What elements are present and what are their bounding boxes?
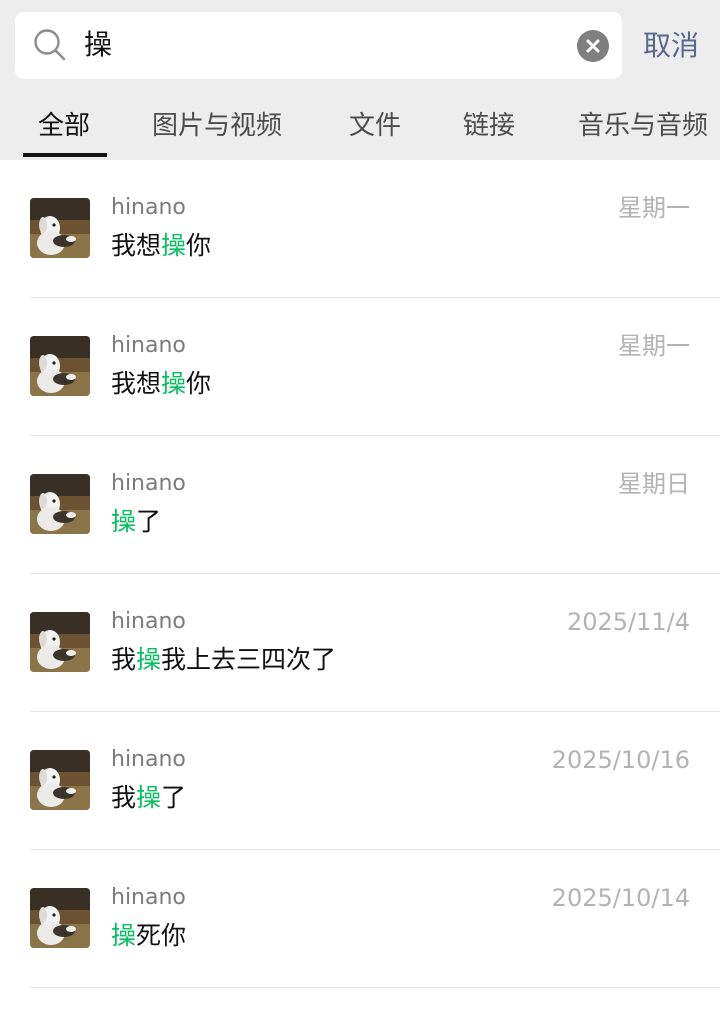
list-item[interactable]: hinano 星期日 操了 (0, 436, 720, 574)
avatar-puppy (30, 750, 90, 810)
avatar-puppy (30, 612, 90, 672)
tab-music-audio[interactable]: 音乐与音频 (578, 106, 708, 146)
message-text: 我想操你 (111, 228, 211, 264)
cancel-button[interactable]: 取消 (643, 26, 699, 66)
message-text: 我操我上去三四次了 (111, 642, 336, 678)
keyword-highlight: 操 (111, 507, 137, 536)
message-text-after: 你 (186, 231, 212, 260)
divider (30, 987, 720, 988)
avatar-puppy (30, 336, 90, 396)
sender-name: hinano (111, 333, 186, 358)
message-time: 2025/10/14 (551, 884, 690, 912)
search-icon (34, 29, 66, 61)
avatar-puppy (30, 198, 90, 258)
avatar (30, 198, 90, 258)
message-time: 2025/10/16 (551, 746, 690, 774)
tab-all[interactable]: 全部 (38, 106, 90, 146)
list-item[interactable]: hinano 2025/10/14 操死你 (0, 850, 720, 988)
message-text-after: 我上去三四次了 (161, 645, 337, 674)
keyword-highlight: 操 (111, 921, 137, 950)
search-input[interactable] (84, 22, 564, 68)
message-text: 我操了 (111, 780, 186, 816)
avatar (30, 888, 90, 948)
avatar (30, 336, 90, 396)
tab-links[interactable]: 链接 (463, 106, 515, 146)
message-text-before: 我想 (111, 231, 162, 260)
list-item[interactable]: hinano 星期一 我想操你 (0, 160, 720, 298)
message-text-after: 了 (136, 507, 162, 536)
list-item[interactable]: hinano 星期一 我想操你 (0, 298, 720, 436)
avatar-puppy (30, 888, 90, 948)
keyword-highlight: 操 (161, 231, 187, 260)
message-time: 星期一 (618, 332, 690, 360)
message-text-before: 我想 (111, 369, 162, 398)
avatar (30, 750, 90, 810)
result-list: hinano 星期一 我想操你 hinano 星期一 我想操你 hinano 星… (0, 160, 720, 988)
message-text-before: 我 (111, 645, 137, 674)
tab-images-videos[interactable]: 图片与视频 (152, 106, 282, 146)
avatar (30, 474, 90, 534)
keyword-highlight: 操 (136, 783, 162, 812)
search-header: 取消 全部 图片与视频 文件 链接 音乐与音频 (0, 0, 720, 160)
message-text-after: 你 (186, 369, 212, 398)
search-screen: 取消 全部 图片与视频 文件 链接 音乐与音频 (0, 0, 720, 1023)
message-text: 操了 (111, 504, 161, 540)
message-time: 星期一 (618, 194, 690, 222)
clear-icon (586, 39, 600, 53)
message-text: 操死你 (111, 918, 186, 954)
sender-name: hinano (111, 195, 186, 220)
message-text: 我想操你 (111, 366, 211, 402)
sender-name: hinano (111, 885, 186, 910)
sender-name: hinano (111, 609, 186, 634)
message-text-after: 了 (161, 783, 187, 812)
active-tab-indicator (23, 153, 107, 157)
message-time: 星期日 (618, 470, 690, 498)
message-text-before: 我 (111, 783, 137, 812)
message-time: 2025/11/4 (566, 608, 690, 636)
list-item[interactable]: hinano 2025/10/16 我操了 (0, 712, 720, 850)
avatar-puppy (30, 474, 90, 534)
keyword-highlight: 操 (161, 369, 187, 398)
sender-name: hinano (111, 747, 186, 772)
message-text-after: 死你 (136, 921, 187, 950)
avatar (30, 612, 90, 672)
tab-files[interactable]: 文件 (349, 106, 401, 146)
keyword-highlight: 操 (136, 645, 162, 674)
sender-name: hinano (111, 471, 186, 496)
clear-search-button[interactable] (577, 30, 609, 62)
list-item[interactable]: hinano 2025/11/4 我操我上去三四次了 (0, 574, 720, 712)
